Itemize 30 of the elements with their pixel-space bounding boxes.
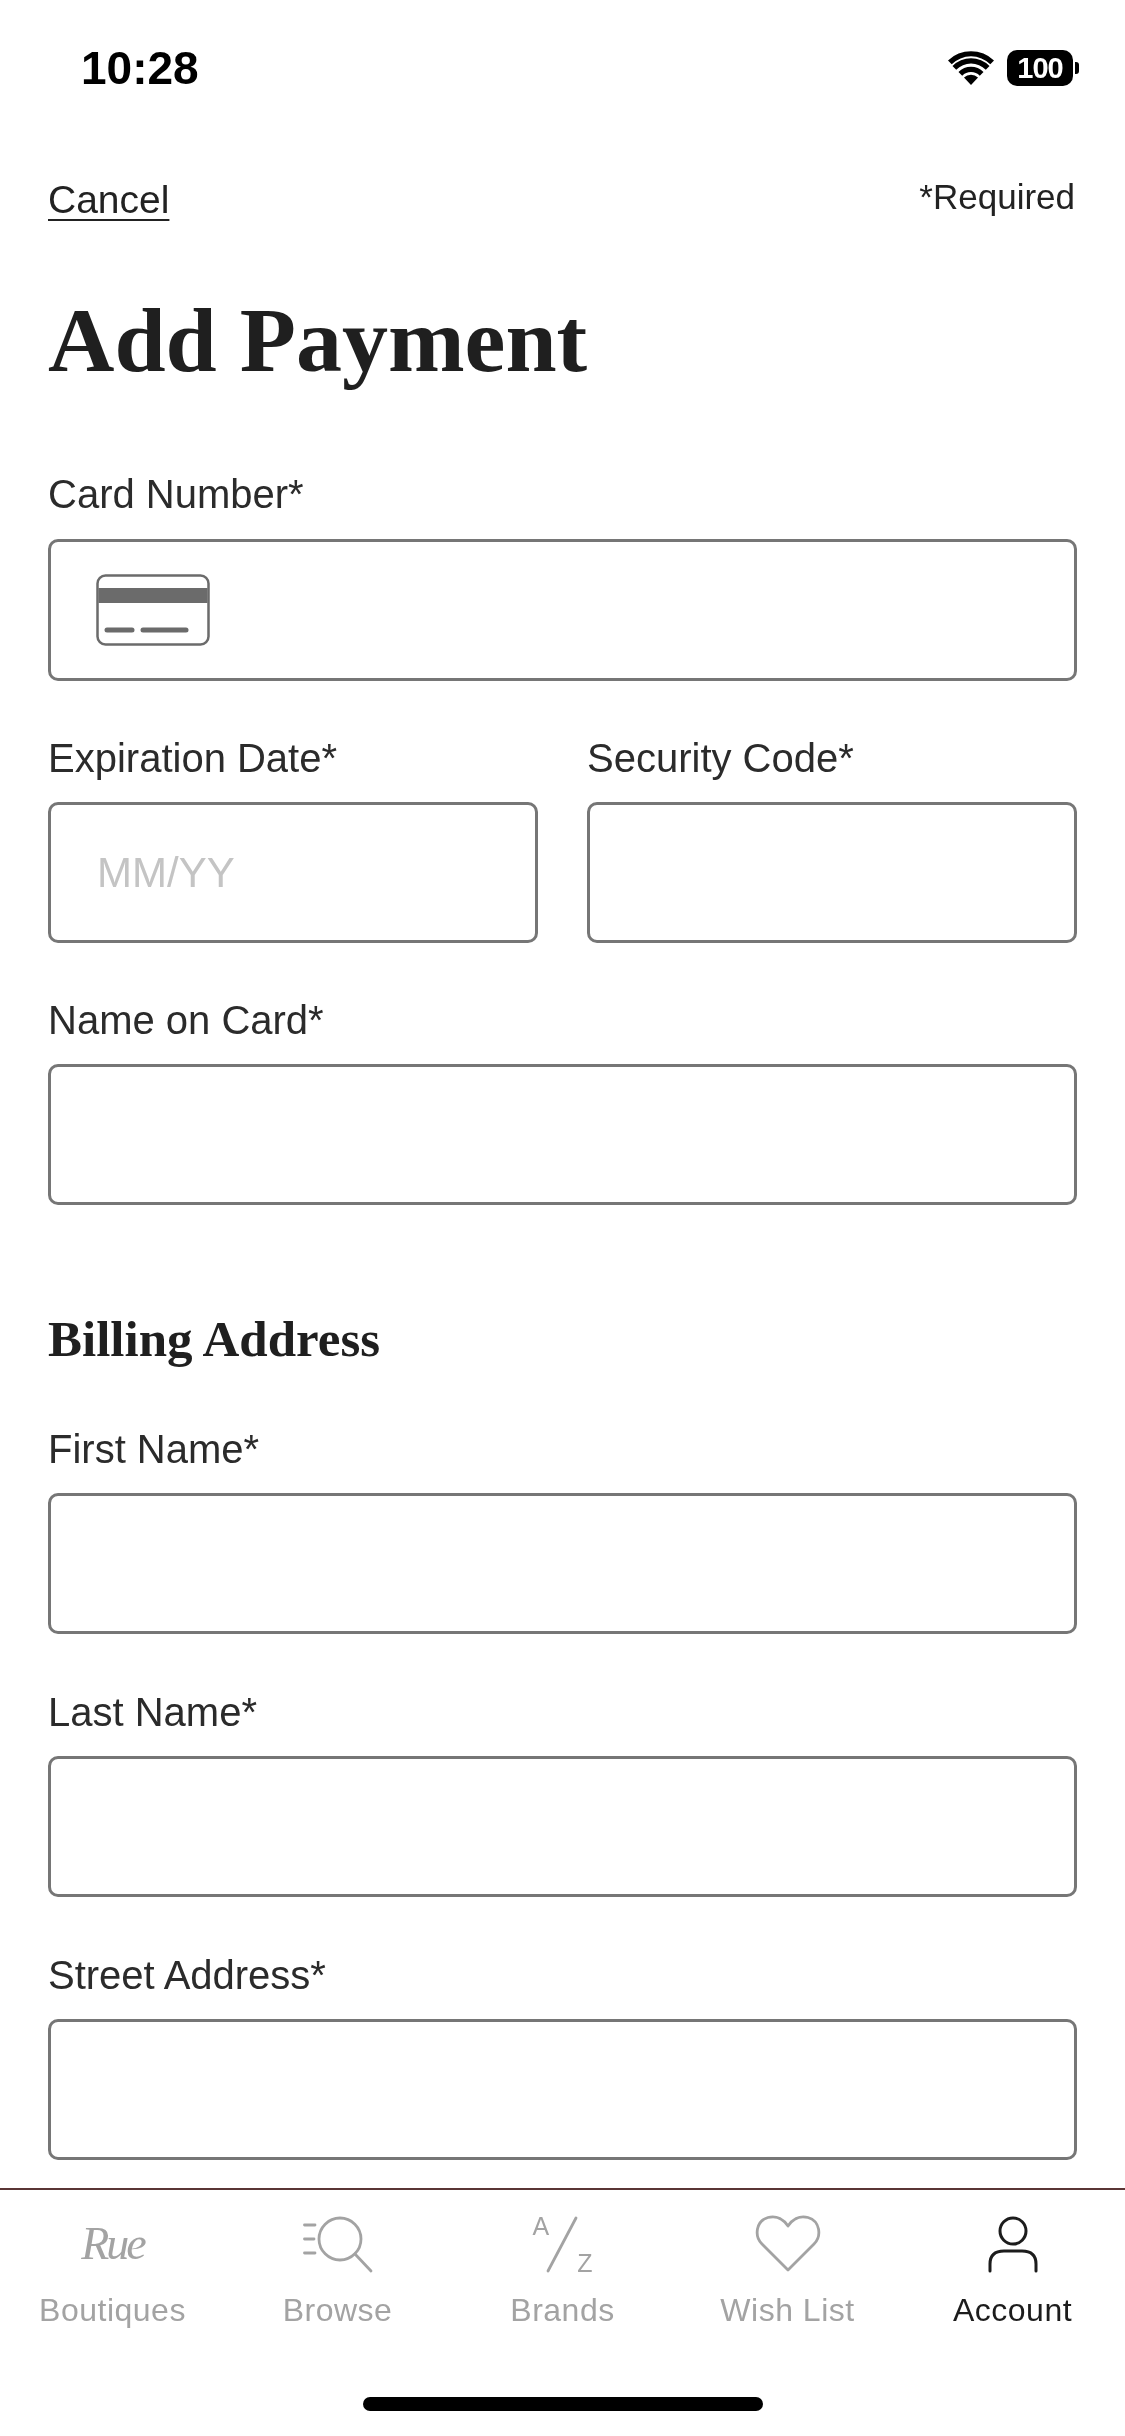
search-icon	[302, 2215, 373, 2273]
input-field[interactable]	[48, 1756, 1077, 1897]
field-label: Last Name*	[48, 1689, 258, 1735]
cancel-link[interactable]: Cancel	[48, 177, 170, 223]
tab-bar-item[interactable]: Rue Boutiques	[0, 2212, 225, 2328]
tab-bar-item[interactable]: Account	[900, 2212, 1125, 2328]
field-label: Security Code*	[587, 735, 855, 781]
wifi-icon	[948, 51, 994, 85]
field-label: Street Address*	[48, 1952, 327, 1998]
input-field[interactable]: MM/YY	[48, 802, 538, 943]
field-label: Name on Card*	[48, 997, 325, 1043]
field-label: Card Number*	[48, 471, 305, 517]
card-number-field[interactable]	[48, 539, 1077, 681]
person-icon	[986, 2215, 1039, 2273]
page-title: Add Payment	[48, 290, 589, 390]
credit-card-icon	[96, 574, 210, 646]
tab-bar-item[interactable]: A Z Brands	[450, 2212, 675, 2328]
input-field[interactable]	[48, 2019, 1077, 2160]
heart-icon	[754, 2215, 821, 2273]
required-note: *Required	[919, 177, 1075, 217]
tab-bar-item[interactable]: Wish List	[675, 2212, 900, 2328]
status-time: 10:28	[81, 45, 199, 91]
script-logo-icon: Rue	[81, 2216, 144, 2272]
input-field[interactable]	[48, 1493, 1077, 1634]
input-field[interactable]	[587, 802, 1077, 943]
input-field[interactable]	[48, 1064, 1077, 1205]
field-label: Expiration Date*	[48, 735, 339, 781]
tab-bar-item[interactable]: Browse	[225, 2212, 450, 2328]
section-heading: Billing Address	[48, 1310, 382, 1369]
field-label: First Name*	[48, 1426, 261, 1472]
